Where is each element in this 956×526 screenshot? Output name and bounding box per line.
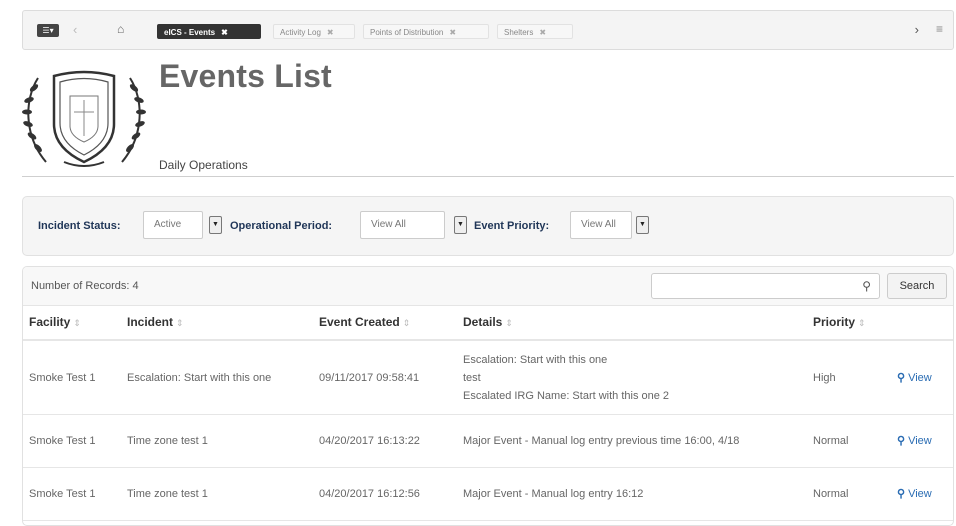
cell-priority: High [807,340,891,415]
cell-incident: Time zone test 1 [121,414,313,468]
tab-label: eICS - Events [164,28,216,37]
forward-arrow-icon[interactable]: › [915,22,919,37]
sort-icon[interactable]: ⇕ [176,318,184,328]
cell-action: ⚲ View [891,467,953,521]
home-icon[interactable]: ⌂ [117,22,124,36]
cell-facility: Smoke Test 1 [23,414,121,468]
cell-action: ⚲ View [891,414,953,468]
event-priority-label: Event Priority: [474,220,550,232]
sort-icon[interactable]: ⇕ [505,318,513,328]
cell-details: Major Event - Manual log entry 16:12 [457,467,807,521]
seal-logo [22,70,146,167]
sort-icon[interactable]: ⇕ [73,318,81,328]
menu-button[interactable]: ☰▾ [37,24,59,37]
operational-period-select[interactable]: View All [360,211,445,239]
view-link[interactable]: ⚲ View [897,372,932,384]
incident-status-select[interactable]: Active [143,211,203,239]
column-header-actions [891,305,953,341]
table-row: Smoke Test 1 Time zone test 1 04/20/2017… [23,414,953,468]
table-row: Smoke Test 1 Time zone test 1 04/20/2017… [23,467,953,521]
page-title: Events List [159,58,332,94]
dropdown-arrow-icon[interactable]: ▼ [209,216,222,234]
view-link[interactable]: ⚲ View [897,488,932,500]
tab-activity-log[interactable]: Activity Log ✖ [273,24,355,39]
cell-action: ⚲ View [891,340,953,415]
events-table: Facility ⇕ Incident ⇕ Event Created ⇕ Detai… [23,305,953,521]
tab-label: Activity Log [280,28,321,37]
cell-priority: Normal [807,467,891,521]
table-row: Smoke Test 1 Escalation: Start with this… [23,340,953,415]
column-header-facility[interactable]: Facility ⇕ [23,305,121,341]
incident-status-label: Incident Status: [38,220,121,232]
menu-icon: ☰▾ [42,26,54,35]
search-button[interactable]: Search [887,273,947,299]
tab-label: Points of Distribution [370,28,444,37]
detail-line: Escalation: Start with this one [463,353,608,366]
column-header-details[interactable]: Details ⇕ [457,305,807,341]
cell-event-created: 04/20/2017 16:13:22 [313,414,457,468]
magnifier-icon: ⚲ [897,488,906,500]
cell-facility: Smoke Test 1 [23,467,121,521]
column-header-incident[interactable]: Incident ⇕ [121,305,313,341]
sort-icon[interactable]: ⇕ [403,318,411,328]
operational-period-label: Operational Period: [230,220,333,232]
tab-close-icon[interactable]: ✖ [539,28,546,37]
tab-label: Shelters [504,28,534,37]
cell-incident: Time zone test 1 [121,467,313,521]
dropdown-arrow-icon[interactable]: ▼ [454,216,467,234]
cell-event-created: 04/20/2017 16:12:56 [313,467,457,521]
dropdown-arrow-icon[interactable]: ▼ [636,216,649,234]
tab-close-icon[interactable]: ✖ [327,28,334,37]
cell-details: Escalation: Start with this one test Esc… [457,340,807,415]
header-divider [22,176,954,177]
table-header-row: Facility ⇕ Incident ⇕ Event Created ⇕ Detai… [23,305,953,341]
tab-eics-events[interactable]: eICS - Events ✖ [157,24,261,39]
cell-event-created: 09/11/2017 09:58:41 [313,340,457,415]
column-header-priority[interactable]: Priority ⇕ [807,305,891,341]
tab-close-icon[interactable]: ✖ [221,28,228,37]
detail-line: Major Event - Manual log entry 16:12 [463,488,644,500]
results-toolbar: Number of Records: 4 ⚲ Search [23,267,953,306]
cell-facility: Smoke Test 1 [23,340,121,415]
tab-bar: ☰▾ ‹ ⌂ eICS - Events ✖ Activity Log ✖ Poin… [22,10,954,50]
cell-details: Major Event - Manual log entry previous … [457,414,807,468]
results-panel: Number of Records: 4 ⚲ Search Facility ⇕ … [22,266,954,526]
detail-line: Major Event - Manual log entry previous … [463,435,740,447]
magnifier-icon: ⚲ [897,435,906,447]
filter-panel: Incident Status: Active ▼ Operational Pe… [22,196,954,256]
cell-incident: Escalation: Start with this one [121,340,313,415]
detail-line: Escalated IRG Name: Start with this one … [463,389,670,402]
tab-points-of-distribution[interactable]: Points of Distribution ✖ [363,24,489,39]
record-count: Number of Records: 4 [31,280,139,292]
detail-line: test [463,371,481,384]
back-arrow-icon[interactable]: ‹ [73,22,77,37]
search-icon[interactable]: ⚲ [862,279,871,293]
list-icon[interactable]: ≡ [936,22,943,36]
sort-icon[interactable]: ⇕ [858,318,866,328]
event-priority-select[interactable]: View All [570,211,632,239]
column-header-event-created[interactable]: Event Created ⇕ [313,305,457,341]
search-input[interactable]: ⚲ [651,273,880,299]
tab-close-icon[interactable]: ✖ [449,28,456,37]
cell-priority: Normal [807,414,891,468]
magnifier-icon: ⚲ [897,371,906,384]
view-link[interactable]: ⚲ View [897,435,932,447]
page-subtitle: Daily Operations [159,158,248,172]
tab-shelters[interactable]: Shelters ✖ [497,24,573,39]
